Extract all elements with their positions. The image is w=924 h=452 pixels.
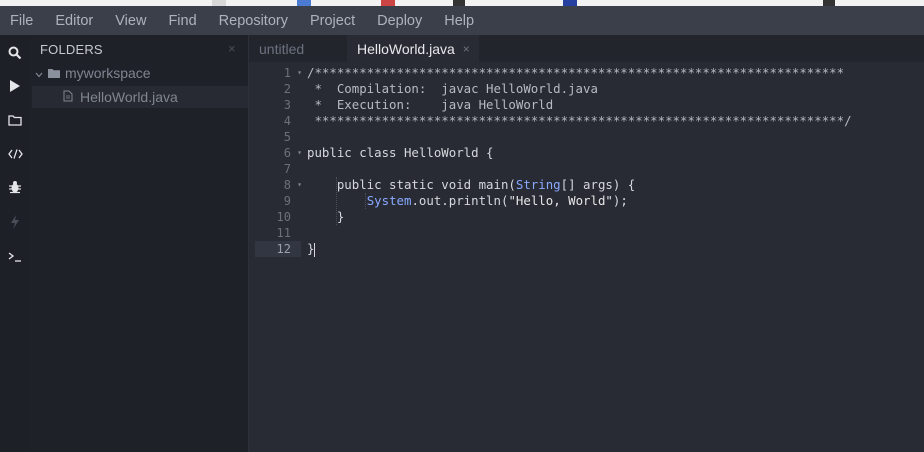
close-tab-icon[interactable]: × xyxy=(463,42,470,56)
folder-icon xyxy=(48,65,60,81)
menu-bar: File Editor View Find Repository Project… xyxy=(0,6,924,35)
fold-arrow-icon[interactable]: ▾ xyxy=(297,145,302,161)
indent-guide xyxy=(336,177,337,225)
menu-deploy[interactable]: Deploy xyxy=(366,13,433,29)
close-sidebar-icon[interactable]: × xyxy=(228,41,236,56)
editor-area: untitled HelloWorld.java × 1 ▾ 2 3 4 5 6 ▾ 7 8 ▾ 9 1… xyxy=(249,35,924,452)
code-line[interactable]: } xyxy=(307,209,344,225)
menu-editor[interactable]: Editor xyxy=(44,13,104,29)
code-line[interactable]: ****************************************… xyxy=(307,113,851,129)
menu-repository[interactable]: Repository xyxy=(208,13,299,29)
code-line[interactable]: * Execution: java HelloWorld xyxy=(307,97,553,113)
sidebar: FOLDERS × myworkspace HelloWorld.java xyxy=(30,35,249,452)
chevron-down-icon[interactable] xyxy=(35,65,45,81)
code-icon[interactable] xyxy=(0,142,30,166)
tab-helloworld[interactable]: HelloWorld.java × xyxy=(347,35,479,62)
menu-project[interactable]: Project xyxy=(299,13,366,29)
menu-view[interactable]: View xyxy=(104,13,157,29)
terminal-icon[interactable] xyxy=(0,245,30,269)
code-line[interactable]: System.out.println("Hello, World"); xyxy=(307,193,628,209)
code-line[interactable]: public static void main(String[] args) { xyxy=(307,177,635,193)
tab-label: untitled xyxy=(259,40,305,57)
menu-find[interactable]: Find xyxy=(157,13,207,29)
tab-bar: untitled HelloWorld.java × xyxy=(249,35,924,62)
tree-item-label: myworkspace xyxy=(65,65,151,81)
tab-untitled[interactable]: untitled xyxy=(249,35,341,62)
tab-label: HelloWorld.java xyxy=(357,40,455,57)
menu-help[interactable]: Help xyxy=(433,13,485,29)
menu-file[interactable]: File xyxy=(0,13,44,29)
line-number: 5 xyxy=(283,130,291,144)
line-number: 9 xyxy=(283,194,291,208)
indent-guide xyxy=(365,193,366,209)
text-cursor xyxy=(314,242,316,257)
line-number: 10 xyxy=(276,210,291,224)
code-line[interactable]: * Compilation: javac HelloWorld.java xyxy=(307,81,597,97)
line-number: 7 xyxy=(283,162,291,176)
line-number: 4 xyxy=(283,114,291,128)
tree-item-label: HelloWorld.java xyxy=(80,89,178,105)
bolt-icon[interactable] xyxy=(0,210,30,234)
tree-item-file[interactable]: HelloWorld.java xyxy=(32,86,248,108)
line-number: 3 xyxy=(283,98,291,112)
search-icon[interactable] xyxy=(0,41,30,65)
line-number: 2 xyxy=(283,82,291,96)
line-number: 1 ▾ xyxy=(283,65,302,81)
code-line[interactable]: } xyxy=(307,241,316,257)
code-line[interactable]: /***************************************… xyxy=(307,65,844,81)
fold-arrow-icon[interactable]: ▾ xyxy=(297,177,302,193)
tree-item-folder[interactable]: myworkspace xyxy=(30,62,248,84)
line-number: 11 xyxy=(276,226,291,240)
bug-icon[interactable] xyxy=(0,175,30,199)
folders-header: FOLDERS xyxy=(40,42,103,57)
file-icon xyxy=(63,89,73,105)
activity-bar xyxy=(0,35,30,452)
fold-arrow-icon[interactable]: ▾ xyxy=(297,65,302,81)
code-line[interactable]: public class HelloWorld { xyxy=(307,145,494,161)
folder-icon[interactable] xyxy=(0,108,30,132)
line-number: 6 ▾ xyxy=(283,145,302,161)
run-icon[interactable] xyxy=(0,74,30,98)
line-number: 12 xyxy=(255,241,301,257)
line-number: 8 ▾ xyxy=(283,177,302,193)
